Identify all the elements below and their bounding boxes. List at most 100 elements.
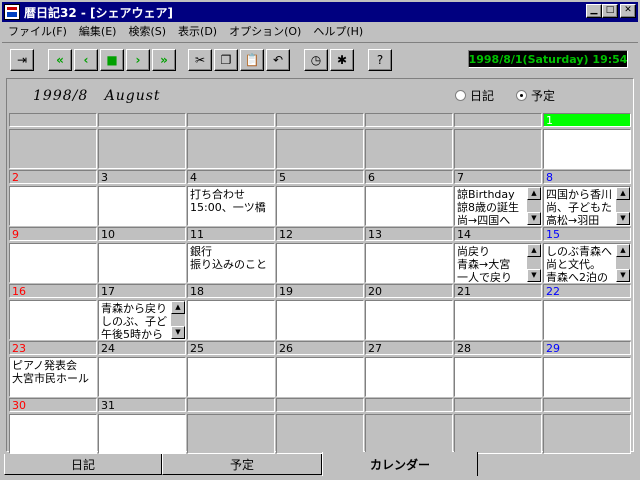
day-cell[interactable]: 28 (454, 341, 542, 397)
day-cell[interactable]: 12 (276, 227, 364, 283)
day-number[interactable]: 19 (276, 284, 364, 298)
day-notes[interactable] (98, 357, 186, 397)
undo-icon[interactable]: ↶ (266, 49, 290, 71)
day-notes[interactable]: 銀行 振り込みのこと (187, 243, 275, 283)
day-cell[interactable]: 3 (98, 170, 186, 226)
maximize-button[interactable]: □ (602, 4, 618, 18)
day-cell[interactable] (454, 113, 542, 169)
radio-diary-dot[interactable] (455, 90, 466, 101)
day-notes[interactable]: 打ち合わせ 15:00、一ツ橋 (187, 186, 275, 226)
note-scrollbar[interactable]: ▲ ▼ (527, 244, 541, 282)
stamp-icon[interactable]: ✱ (330, 49, 354, 71)
copy-icon[interactable]: ❐ (214, 49, 238, 71)
day-notes[interactable] (187, 357, 275, 397)
scroll-down-icon[interactable]: ▼ (616, 212, 630, 225)
day-number[interactable]: 23 (9, 341, 97, 355)
day-cell[interactable] (365, 113, 453, 169)
day-cell[interactable] (543, 398, 631, 454)
day-cell[interactable]: 29 (543, 341, 631, 397)
day-number[interactable]: 26 (276, 341, 364, 355)
day-notes[interactable] (98, 129, 186, 169)
day-cell[interactable] (365, 398, 453, 454)
day-cell[interactable]: 16 (9, 284, 97, 340)
scroll-up-icon[interactable]: ▲ (616, 187, 630, 200)
day-cell[interactable]: 1 (543, 113, 631, 169)
day-number[interactable]: 24 (98, 341, 186, 355)
day-notes[interactable] (187, 300, 275, 340)
day-cell[interactable]: 14 尚戻り 青森→大宮 一人で戻り ▲ ▼ (454, 227, 542, 283)
day-cell[interactable]: 10 (98, 227, 186, 283)
close-button[interactable]: ✕ (620, 4, 636, 18)
day-notes[interactable] (454, 414, 542, 454)
day-cell[interactable]: 21 (454, 284, 542, 340)
scroll-up-icon[interactable]: ▲ (171, 301, 185, 314)
menu-help[interactable]: ヘルプ(H) (307, 23, 369, 39)
radio-schedule-dot[interactable] (516, 90, 528, 101)
day-number[interactable]: 8 (543, 170, 631, 184)
day-notes[interactable]: 諒Birthday 諒8歳の誕生 尚→四国へ ▲ ▼ (454, 186, 542, 226)
day-cell[interactable] (276, 113, 364, 169)
day-notes[interactable]: 青森から戻り しのぶ、子ど 午後5時から ▲ ▼ (98, 300, 186, 340)
scroll-down-icon[interactable]: ▼ (171, 326, 185, 339)
day-notes[interactable] (9, 129, 97, 169)
day-cell[interactable]: 26 (276, 341, 364, 397)
day-cell[interactable]: 2 (9, 170, 97, 226)
day-notes[interactable] (543, 129, 631, 169)
day-number[interactable] (9, 113, 97, 127)
day-number[interactable] (365, 113, 453, 127)
day-number[interactable]: 12 (276, 227, 364, 241)
day-cell[interactable] (276, 398, 364, 454)
day-cell[interactable]: 15 しのぶ青森へ 尚と文代。 青森へ2泊の ▲ ▼ (543, 227, 631, 283)
day-cell[interactable]: 8 四国から香川 尚、子どもた 高松→羽田 ▲ ▼ (543, 170, 631, 226)
scroll-down-icon[interactable]: ▼ (616, 269, 630, 282)
day-notes[interactable] (454, 129, 542, 169)
day-cell[interactable]: 25 (187, 341, 275, 397)
note-scrollbar[interactable]: ▲ ▼ (171, 301, 185, 339)
clock-icon[interactable]: ◷ (304, 49, 328, 71)
tab-diary[interactable]: 日記 (4, 454, 162, 475)
day-number[interactable]: 5 (276, 170, 364, 184)
help-icon[interactable]: ? (368, 49, 392, 71)
day-number[interactable] (454, 398, 542, 412)
day-number[interactable]: 17 (98, 284, 186, 298)
note-scrollbar[interactable]: ▲ ▼ (616, 187, 630, 225)
day-number[interactable]: 29 (543, 341, 631, 355)
day-number[interactable]: 2 (9, 170, 97, 184)
day-notes[interactable]: 尚戻り 青森→大宮 一人で戻り ▲ ▼ (454, 243, 542, 283)
day-number[interactable] (187, 398, 275, 412)
day-notes[interactable]: しのぶ青森へ 尚と文代。 青森へ2泊の ▲ ▼ (543, 243, 631, 283)
day-number[interactable] (276, 113, 364, 127)
day-number[interactable]: 30 (9, 398, 97, 412)
day-notes[interactable] (98, 186, 186, 226)
day-notes[interactable] (543, 300, 631, 340)
day-number[interactable]: 6 (365, 170, 453, 184)
scroll-down-icon[interactable]: ▼ (527, 212, 541, 225)
day-number[interactable]: 21 (454, 284, 542, 298)
day-number[interactable] (454, 113, 542, 127)
day-cell[interactable]: 19 (276, 284, 364, 340)
day-notes[interactable] (276, 186, 364, 226)
day-notes[interactable] (276, 243, 364, 283)
next-icon[interactable]: › (126, 49, 150, 71)
day-cell[interactable] (98, 113, 186, 169)
app-icon[interactable] (4, 4, 20, 20)
day-number[interactable] (98, 113, 186, 127)
day-cell[interactable]: 24 (98, 341, 186, 397)
day-notes[interactable] (543, 357, 631, 397)
day-number[interactable]: 25 (187, 341, 275, 355)
menu-search[interactable]: 検索(S) (122, 23, 172, 39)
minimize-button[interactable]: ▁ (586, 4, 602, 18)
day-number[interactable]: 7 (454, 170, 542, 184)
day-notes[interactable] (365, 414, 453, 454)
day-notes[interactable] (365, 300, 453, 340)
day-notes[interactable] (365, 243, 453, 283)
day-cell[interactable]: 20 (365, 284, 453, 340)
tab-calendar[interactable]: カレンダー (322, 452, 478, 476)
cut-icon[interactable]: ✂ (188, 49, 212, 71)
prev-icon[interactable]: ‹ (74, 49, 98, 71)
day-cell[interactable]: 9 (9, 227, 97, 283)
day-cell[interactable] (187, 113, 275, 169)
day-notes[interactable] (276, 300, 364, 340)
scroll-up-icon[interactable]: ▲ (527, 187, 541, 200)
day-number[interactable] (276, 398, 364, 412)
